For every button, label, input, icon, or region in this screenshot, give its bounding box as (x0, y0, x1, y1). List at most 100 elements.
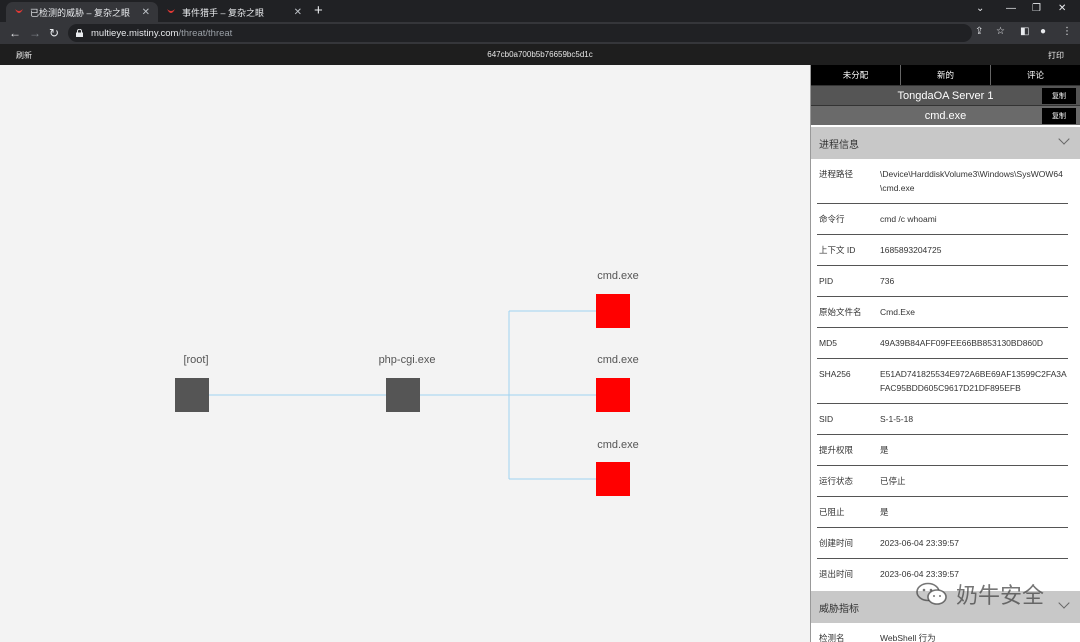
field-row: 检测名 WebShell 行为 (817, 623, 1068, 642)
detail-panel: 未分配 新的 评论 TongdaOA Server 1 复制 cmd.exe 复… (810, 65, 1080, 642)
field-key: SID (819, 414, 834, 424)
minimize-icon[interactable]: — (1006, 3, 1016, 14)
field-value: Cmd.Exe (880, 307, 915, 317)
forward-icon[interactable]: → (29, 25, 41, 41)
lock-icon (76, 28, 83, 37)
field-key: 命令行 (819, 214, 845, 224)
watermark-text: 奶牛安全 (955, 583, 1044, 608)
process-graph-canvas[interactable]: [root] php-cgi.exe cmd.exe cmd.exe cmd.e… (0, 65, 810, 642)
field-row: 上下文 ID 1685893204725 (817, 235, 1068, 266)
host-name: TongdaOA Server 1 (897, 89, 994, 102)
process-row: cmd.exe 复制 (811, 105, 1080, 125)
node-cmd-3[interactable] (596, 462, 630, 496)
field-key: 检测名 (819, 633, 845, 642)
tab-title: 事件猎手 – 复杂之眼 (182, 7, 265, 18)
field-key: PID (819, 276, 834, 286)
browser-toolbar: ← → ↻ multieye.mistiny.com/threat/threat… (0, 22, 1080, 44)
field-value: S-1-5-18 (880, 414, 914, 424)
field-row: SID S-1-5-18 (817, 404, 1068, 435)
status-tabs: 未分配 新的 评论 (811, 65, 1080, 85)
close-tab-icon[interactable]: ✕ (142, 7, 150, 18)
wechat-icon (916, 582, 948, 606)
print-button[interactable]: 打印 (1048, 50, 1064, 61)
chevron-down-icon (1058, 133, 1070, 145)
maximize-icon[interactable]: ❐ (1032, 3, 1041, 14)
field-key: 原始文件名 (819, 307, 862, 317)
field-row: 创建时间 2023-06-04 23:39:57 (817, 528, 1068, 559)
field-key: 退出时间 (819, 569, 854, 579)
field-key: 已阻止 (819, 507, 845, 517)
url-path: /threat/threat (178, 27, 233, 39)
tab-new[interactable]: 新的 (901, 65, 991, 85)
tab-search-icon[interactable]: ⌄ (976, 3, 984, 14)
field-row: PID 736 (817, 266, 1068, 297)
node-root[interactable] (175, 378, 209, 412)
field-value: 已停止 (880, 476, 906, 486)
tab-title: 已检测的威胁 – 复杂之眼 (30, 7, 131, 18)
address-bar[interactable]: multieye.mistiny.com/threat/threat (68, 24, 972, 42)
field-row: 原始文件名 Cmd.Exe (817, 297, 1068, 328)
field-row: 运行状态 已停止 (817, 466, 1068, 497)
field-value: 是 (880, 507, 889, 517)
field-value: 49A39B84AFF09FEE66BB853130BD860D (880, 338, 1044, 348)
field-row: 进程路径 \Device\HarddiskVolume3\Windows\SysW… (817, 159, 1068, 204)
node-cmd-1[interactable] (596, 294, 630, 328)
field-row: 命令行 cmd /c whoami (817, 204, 1068, 235)
reload-icon[interactable]: ↻ (49, 25, 59, 41)
browser-tab-threats[interactable]: 已检测的威胁 – 复杂之眼 ✕ (6, 2, 158, 22)
copy-process-button[interactable]: 复制 (1042, 108, 1076, 124)
field-value: WebShell 行为 (880, 633, 936, 642)
bookmark-star-icon[interactable]: ☆ (996, 26, 1005, 37)
app-header: 刷新 647cb0a700b5b76659bc5d1c 打印 (0, 44, 1080, 65)
field-value: cmd /c whoami (880, 214, 937, 224)
chevron-down-icon (1058, 597, 1070, 609)
tab-comments[interactable]: 评论 (991, 65, 1080, 85)
profile-avatar-icon[interactable]: ● (1040, 26, 1046, 37)
indicator-fields: 检测名 WebShell 行为 (811, 623, 1080, 642)
menu-kebab-icon[interactable]: ⋮ (1062, 26, 1072, 37)
browser-tab-hunter[interactable]: 事件猎手 – 复杂之眼 ✕ (158, 2, 310, 22)
field-row: MD5 49A39B84AFF09FEE66BB853130BD860D (817, 328, 1068, 359)
field-value: 2023-06-04 23:39:57 (880, 538, 959, 548)
field-key: 创建时间 (819, 538, 854, 548)
field-row: SHA256 E51AD741825534E972A6BE69AF13599C2F… (817, 359, 1068, 404)
tab-unassigned[interactable]: 未分配 (811, 65, 901, 85)
url-host: multieye.mistiny.com (91, 27, 179, 39)
field-key: 进程路径 (819, 169, 854, 179)
field-value: 736 (880, 276, 895, 286)
threat-id: 647cb0a700b5b76659bc5d1c (487, 50, 593, 59)
watermark: 奶牛安全 (916, 578, 1044, 610)
field-key: SHA256 (819, 369, 851, 379)
node-label-cmd-1: cmd.exe (597, 270, 639, 282)
copy-host-button[interactable]: 复制 (1042, 88, 1076, 104)
field-value: 是 (880, 445, 889, 455)
process-fields: 进程路径 \Device\HarddiskVolume3\Windows\SysW… (811, 159, 1080, 589)
field-key: MD5 (819, 338, 837, 348)
field-key: 运行状态 (819, 476, 854, 486)
app-favicon-icon (14, 7, 24, 17)
node-php-cgi[interactable] (386, 378, 420, 412)
section-title: 进程信息 (819, 139, 859, 151)
node-label-root: [root] (183, 354, 209, 366)
field-key: 上下文 ID (819, 245, 856, 255)
field-value: \Device\HarddiskVolume3\Windows\SysWOW64… (880, 169, 1063, 193)
close-tab-icon[interactable]: ✕ (294, 7, 302, 18)
field-row: 提升权限 是 (817, 435, 1068, 466)
new-tab-button[interactable]: + (314, 3, 323, 19)
field-value: 1685893204725 (880, 245, 942, 255)
close-window-icon[interactable]: ✕ (1058, 3, 1066, 14)
field-key: 提升权限 (819, 445, 854, 455)
node-label-cmd-3: cmd.exe (597, 439, 639, 451)
node-label-cmd-2: cmd.exe (597, 354, 639, 366)
side-panel-icon[interactable]: ◧ (1020, 26, 1029, 37)
process-info-header[interactable]: 进程信息 (811, 127, 1080, 159)
process-name: cmd.exe (924, 109, 967, 122)
back-icon[interactable]: ← (9, 25, 21, 41)
node-label-php-cgi: php-cgi.exe (378, 354, 436, 366)
browser-tab-strip: 已检测的威胁 – 复杂之眼 ✕ 事件猎手 – 复杂之眼 ✕ + ⌄ — ❐ ✕ (0, 0, 1080, 22)
node-cmd-2[interactable] (596, 378, 630, 412)
section-title: 威胁指标 (819, 603, 859, 615)
share-icon[interactable]: ⇪ (975, 26, 983, 37)
app-favicon-icon (166, 7, 176, 17)
host-row: TongdaOA Server 1 复制 (811, 85, 1080, 105)
